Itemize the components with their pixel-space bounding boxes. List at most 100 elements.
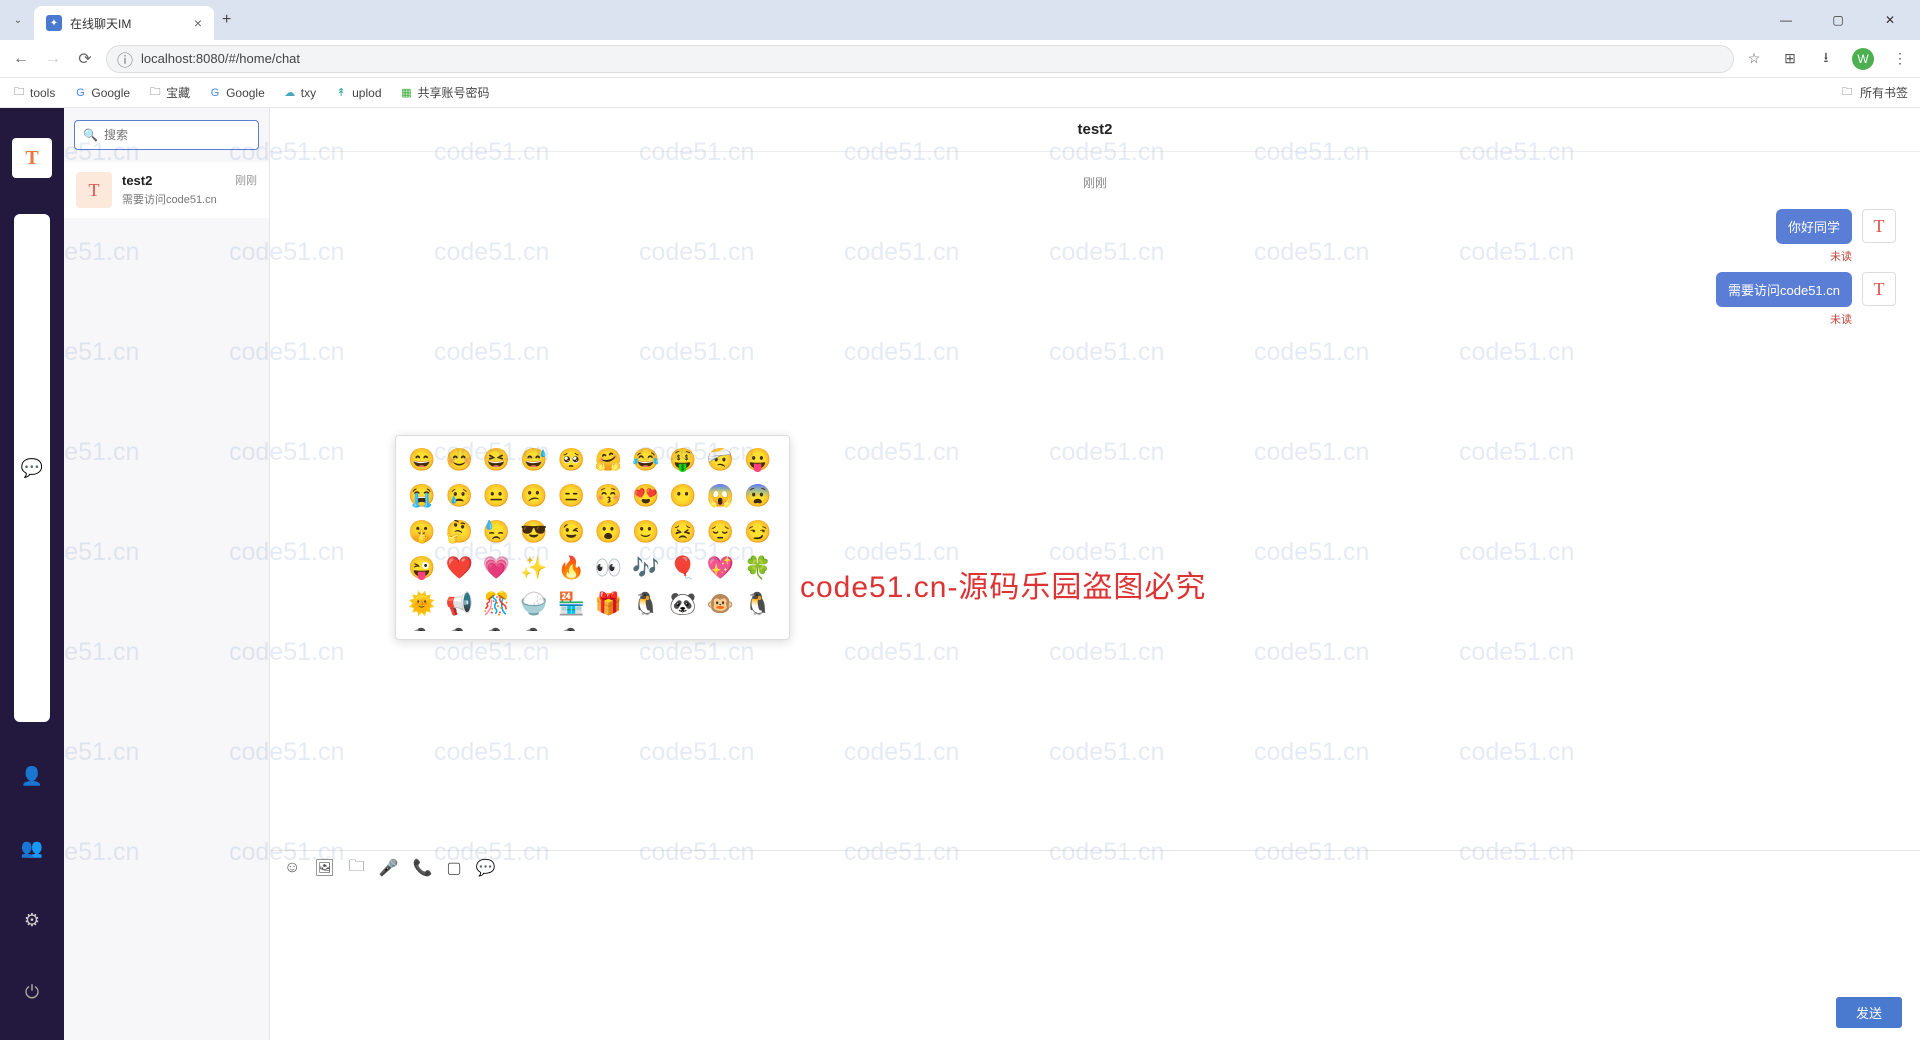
- emoji-item[interactable]: 😕: [520, 482, 548, 510]
- emoji-item[interactable]: ✨: [520, 554, 548, 582]
- emoji-item[interactable]: 🤔: [445, 518, 473, 546]
- emoji-item[interactable]: 🐧: [632, 590, 660, 618]
- emoji-item[interactable]: 🐧: [445, 626, 473, 631]
- star-icon[interactable]: ☆: [1744, 49, 1764, 69]
- settings-icon[interactable]: ⚙: [14, 902, 50, 938]
- emoji-item[interactable]: 😭: [408, 482, 436, 510]
- profile-avatar[interactable]: W: [1852, 48, 1874, 70]
- message-input[interactable]: [284, 893, 1906, 989]
- bookmark-item[interactable]: GGoogle: [73, 86, 130, 100]
- all-bookmarks[interactable]: 所有书签: [1860, 84, 1908, 101]
- emoji-item[interactable]: 📢: [445, 590, 473, 618]
- reload-icon[interactable]: ⟳: [74, 49, 96, 69]
- emoji-item[interactable]: 🍀: [744, 554, 772, 582]
- emoji-item[interactable]: 🤕: [706, 446, 734, 474]
- emoji-item[interactable]: 😅: [520, 446, 548, 474]
- emoji-item[interactable]: 😣: [669, 518, 697, 546]
- emoji-item[interactable]: 😮: [594, 518, 622, 546]
- tab-dropdown-icon[interactable]: ⌄: [8, 10, 28, 30]
- emoji-item[interactable]: 😊: [445, 446, 473, 474]
- emoji-item[interactable]: 🌞: [408, 590, 436, 618]
- emoji-item[interactable]: 😐: [483, 482, 511, 510]
- conversation-item[interactable]: T test2 刚刚 需要访问code51.cn: [64, 162, 269, 218]
- emoji-item[interactable]: 😜: [408, 554, 436, 582]
- google-icon: G: [208, 86, 222, 100]
- user-avatar[interactable]: T: [12, 138, 52, 178]
- emoji-icon[interactable]: ☺: [284, 859, 300, 877]
- emoji-item[interactable]: 🤑: [669, 446, 697, 474]
- search-box[interactable]: 🔍: [74, 120, 259, 150]
- emoji-item[interactable]: 😉: [557, 518, 585, 546]
- minimize-icon[interactable]: —: [1772, 6, 1800, 34]
- search-input[interactable]: [104, 128, 259, 142]
- bookmark-item[interactable]: 🗀宝藏: [148, 84, 190, 101]
- mic-icon[interactable]: 🎤: [379, 858, 399, 878]
- url-field[interactable]: ⓘ localhost:8080/#/home/chat: [106, 45, 1734, 73]
- emoji-item[interactable]: 🎊: [483, 590, 511, 618]
- folder-icon[interactable]: 🗀: [349, 855, 365, 882]
- emoji-item[interactable]: 🐼: [669, 590, 697, 618]
- bookmark-item[interactable]: ☁txy: [283, 86, 316, 100]
- more-icon[interactable]: 💬: [476, 858, 496, 878]
- emoji-item[interactable]: 😔: [706, 518, 734, 546]
- emoji-item[interactable]: 🥺: [557, 446, 585, 474]
- conversation-avatar: T: [76, 172, 112, 208]
- emoji-item[interactable]: 😚: [594, 482, 622, 510]
- emoji-item[interactable]: 🎁: [594, 590, 622, 618]
- emoji-item[interactable]: 😂: [632, 446, 660, 474]
- emoji-item[interactable]: 😛: [744, 446, 772, 474]
- extension-icon[interactable]: ⊞: [1780, 49, 1800, 69]
- emoji-item[interactable]: 🍚: [520, 590, 548, 618]
- emoji-item[interactable]: 😆: [483, 446, 511, 474]
- emoji-item[interactable]: 😶: [669, 482, 697, 510]
- emoji-item[interactable]: 💖: [706, 554, 734, 582]
- emoji-item[interactable]: 😱: [706, 482, 734, 510]
- emoji-item[interactable]: 😓: [483, 518, 511, 546]
- emoji-item[interactable]: 🐵: [706, 590, 734, 618]
- emoji-item[interactable]: 🙂: [632, 518, 660, 546]
- close-window-icon[interactable]: ✕: [1876, 6, 1904, 34]
- kebab-icon[interactable]: ⋮: [1890, 49, 1910, 69]
- emoji-item[interactable]: 🏪: [557, 590, 585, 618]
- emoji-item[interactable]: 🤫: [408, 518, 436, 546]
- call-icon[interactable]: 📞: [413, 858, 433, 878]
- bookmark-item[interactable]: ↟uplod: [334, 86, 381, 100]
- bookmark-item[interactable]: GGoogle: [208, 86, 265, 100]
- emoji-item[interactable]: 🐧: [744, 590, 772, 618]
- nav-rail: T 💬 👤 👥 ⚙ ⏻: [0, 108, 64, 1040]
- emoji-item[interactable]: 😎: [520, 518, 548, 546]
- chat-icon[interactable]: 💬: [14, 214, 50, 722]
- bookmark-item[interactable]: 🗀tools: [12, 86, 55, 100]
- emoji-item[interactable]: 🎈: [669, 554, 697, 582]
- download-icon[interactable]: ⭳: [1816, 49, 1836, 69]
- bookmark-item[interactable]: ▦共享账号密码: [400, 84, 490, 101]
- forward-icon[interactable]: →: [42, 50, 64, 68]
- emoji-item[interactable]: 🔥: [557, 554, 585, 582]
- send-button[interactable]: 发送: [1836, 997, 1902, 1028]
- contacts-icon[interactable]: 👤: [14, 758, 50, 794]
- emoji-item[interactable]: 👀: [594, 554, 622, 582]
- new-tab-button[interactable]: +: [222, 11, 231, 29]
- emoji-item[interactable]: 😍: [632, 482, 660, 510]
- emoji-item[interactable]: 🤗: [594, 446, 622, 474]
- emoji-item[interactable]: 💗: [483, 554, 511, 582]
- browser-tab[interactable]: ✦ 在线聊天IM ×: [34, 6, 214, 40]
- close-icon[interactable]: ×: [194, 15, 202, 31]
- image-icon[interactable]: 🖼: [314, 858, 334, 878]
- emoji-item[interactable]: 🐧: [557, 626, 585, 631]
- emoji-item[interactable]: 😄: [408, 446, 436, 474]
- group-icon[interactable]: 👥: [14, 830, 50, 866]
- emoji-item[interactable]: 😑: [557, 482, 585, 510]
- maximize-icon[interactable]: ▢: [1824, 6, 1852, 34]
- emoji-item[interactable]: 😢: [445, 482, 473, 510]
- emoji-item[interactable]: 😨: [744, 482, 772, 510]
- emoji-item[interactable]: 🐧: [408, 626, 436, 631]
- back-icon[interactable]: ←: [10, 50, 32, 68]
- video-icon[interactable]: ▢: [447, 858, 462, 878]
- power-icon[interactable]: ⏻: [14, 974, 50, 1010]
- emoji-item[interactable]: 🐧: [483, 626, 511, 631]
- emoji-item[interactable]: 😏: [744, 518, 772, 546]
- emoji-item[interactable]: 🐧: [520, 626, 548, 631]
- emoji-item[interactable]: ❤️: [445, 554, 473, 582]
- emoji-item[interactable]: 🎶: [632, 554, 660, 582]
